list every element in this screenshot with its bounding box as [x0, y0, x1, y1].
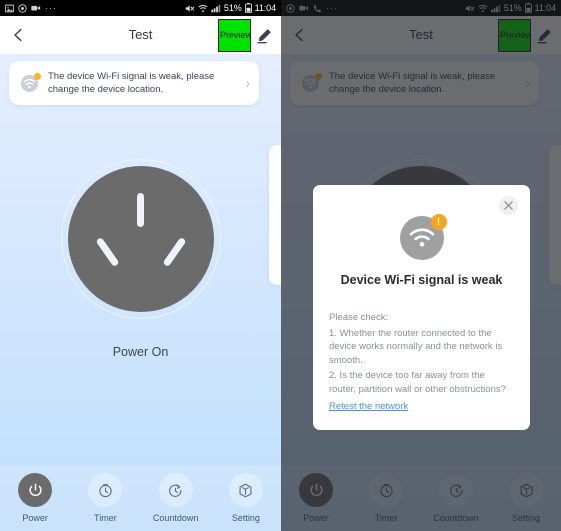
wifi-weak-dialog: ! Device Wi-Fi signal is weak Please che…	[313, 185, 530, 430]
status-bar-left-icons: ···	[5, 2, 57, 13]
dialog-check-2: 2. Is the device too far away from the r…	[329, 370, 506, 395]
dialog-body: Please check: 1. Whether the router conn…	[329, 311, 514, 414]
socket-pin-bottom-left	[94, 236, 120, 268]
dual-screenshot-container: ··· 51% 11:04 Test Preview The device Wi…	[0, 0, 561, 531]
clock-time-label: 11:04	[254, 2, 276, 13]
socket-pin-bottom-right	[161, 236, 187, 268]
camcorder-icon	[31, 5, 41, 11]
status-bar: ··· 51% 11:04	[0, 0, 281, 16]
edit-button[interactable]	[253, 20, 275, 50]
power-socket-icon[interactable]	[60, 159, 221, 319]
device-display: Power On	[0, 159, 281, 359]
battery-percent-label: 51%	[223, 2, 242, 13]
banner-message: The device Wi-Fi signal is weak, please …	[48, 71, 215, 95]
retest-network-link[interactable]: Retest the network	[329, 401, 408, 412]
cube-settings-icon	[239, 483, 252, 497]
mute-icon	[185, 4, 195, 12]
back-arrow-icon	[14, 28, 22, 42]
pencil-edit-icon	[257, 28, 271, 43]
screen-content: The device Wi-Fi signal is weak, please …	[0, 54, 281, 531]
overflow-dots-icon: ···	[45, 2, 57, 13]
dialog-intro: Please check:	[329, 312, 389, 323]
app-bar-actions: Preview	[218, 18, 281, 52]
close-icon	[504, 201, 513, 210]
phone-screen-dialog: ··· 51% 11:04 Test Preview	[281, 0, 561, 531]
close-button[interactable]	[499, 196, 518, 215]
nav-label-setting: Setting	[231, 513, 260, 523]
cube-settings-icon-circle	[228, 473, 263, 507]
image-icon	[5, 4, 14, 12]
nav-label-power: Power	[22, 513, 48, 523]
clock-icon	[99, 483, 112, 497]
power-state-label: Power On	[112, 345, 169, 359]
wifi-warning-banner[interactable]: The device Wi-Fi signal is weak, please …	[9, 61, 259, 105]
preview-button[interactable]: Preview	[218, 18, 251, 52]
battery-icon	[244, 3, 252, 13]
dialog-check-1: 1. Whether the router connected to the d…	[329, 327, 503, 366]
socket-pin-top	[137, 193, 144, 227]
wifi-icon	[198, 4, 208, 12]
countdown-icon	[169, 483, 182, 497]
power-icon-circle	[18, 473, 53, 507]
dialog-title: Device Wi-Fi signal is weak	[340, 273, 503, 287]
socket-face	[67, 166, 214, 312]
nav-item-power[interactable]: Power	[0, 473, 70, 523]
status-bar-right-icons: 51% 11:04	[185, 3, 276, 13]
chevron-right-icon: ›	[245, 75, 250, 91]
bottom-navigation: Power Timer Countdown Setting	[0, 465, 281, 531]
nav-label-timer: Timer	[94, 513, 117, 523]
countdown-icon-circle	[158, 473, 193, 507]
app-bar: Test Preview	[0, 16, 281, 54]
nav-item-countdown[interactable]: Countdown	[141, 473, 211, 523]
dialog-icon-area: !	[329, 214, 514, 260]
wifi-warning-icon	[20, 72, 41, 93]
back-button[interactable]	[0, 16, 38, 54]
nav-item-setting[interactable]: Setting	[211, 473, 281, 523]
clock-icon-circle	[88, 473, 123, 507]
circle-icon	[18, 3, 27, 13]
nav-label-countdown: Countdown	[152, 513, 199, 523]
wifi-icon: !	[399, 214, 447, 260]
phone-screen-main: ··· 51% 11:04 Test Preview The device Wi…	[0, 0, 281, 531]
signal-icon	[211, 4, 221, 12]
power-icon	[29, 483, 42, 496]
exclamation-badge: !	[430, 214, 447, 230]
nav-item-timer[interactable]: Timer	[70, 473, 140, 523]
warning-dot-badge	[34, 72, 41, 80]
